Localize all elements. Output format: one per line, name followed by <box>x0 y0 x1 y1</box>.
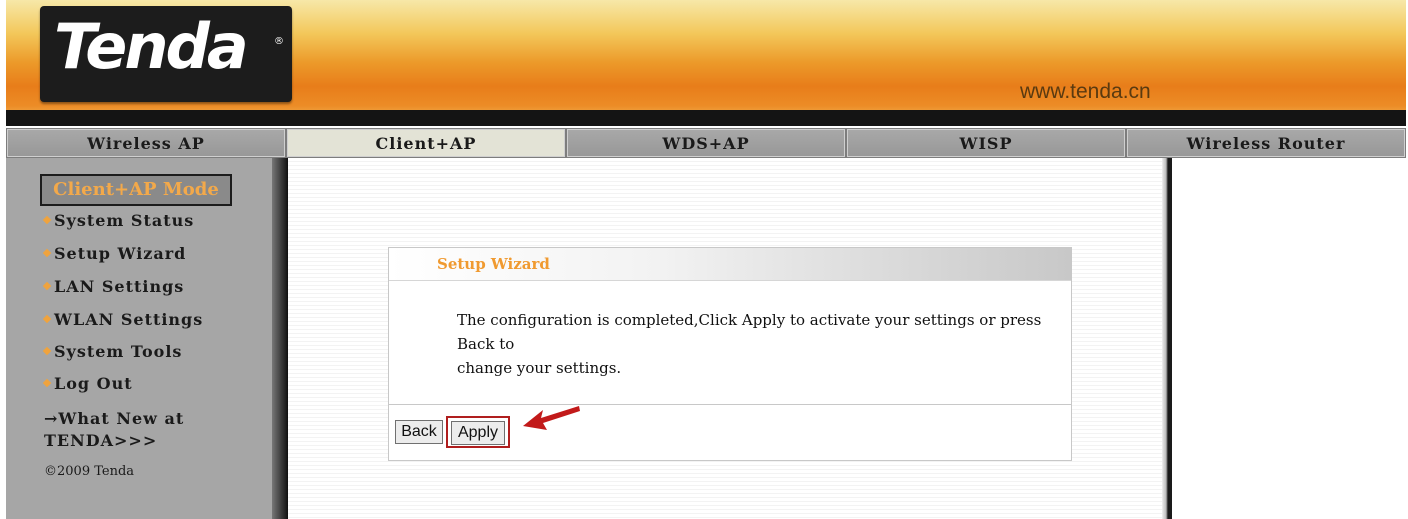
sidebar-item-setup-wizard[interactable]: Setup Wizard <box>42 241 187 265</box>
logo-text: Tenda <box>54 10 249 83</box>
red-pointer-arrow-icon <box>523 406 580 430</box>
sidebar: Client+AP Mode System Status Setup Wizar… <box>6 158 272 519</box>
wizard-message-line1: The configuration is completed,Click App… <box>457 311 1042 353</box>
sidebar-edge <box>272 158 288 519</box>
mode-tabs: Wireless AP Client+AP WDS+AP WISP Wirele… <box>6 128 1406 158</box>
back-button[interactable]: Back <box>395 420 443 444</box>
sidebar-item-log-out[interactable]: Log Out <box>42 371 133 395</box>
copyright: ©2009 Tenda <box>44 464 135 479</box>
whats-new-line1: →What New at <box>44 409 185 428</box>
setup-wizard-panel: Setup Wizard The configuration is comple… <box>388 247 1072 461</box>
tab-wireless-ap[interactable]: Wireless AP <box>7 129 285 157</box>
main-content: Setup Wizard The configuration is comple… <box>288 158 1162 519</box>
header-banner: Tenda ® www.tenda.cn <box>6 0 1406 120</box>
tab-label: Wireless Router <box>1186 133 1346 153</box>
tab-wds-ap[interactable]: WDS+AP <box>567 129 845 157</box>
wizard-separator <box>389 404 1071 405</box>
wizard-title: Setup Wizard <box>437 255 550 273</box>
sidebar-item-lan-settings[interactable]: LAN Settings <box>42 274 185 298</box>
sidebar-item-label: Setup Wizard <box>54 243 187 263</box>
right-pane <box>1172 158 1406 519</box>
whats-new-line2: TENDA>>> <box>44 431 158 450</box>
bullet-icon <box>42 215 52 225</box>
sidebar-item-label: System Status <box>54 210 195 230</box>
tab-label: Client+AP <box>375 133 477 153</box>
wizard-header: Setup Wizard <box>389 248 1071 281</box>
sidebar-item-wlan-settings[interactable]: WLAN Settings <box>42 307 204 331</box>
sidebar-item-system-status[interactable]: System Status <box>42 208 195 232</box>
bullet-icon <box>42 281 52 291</box>
content-divider <box>1162 158 1172 519</box>
bullet-icon <box>42 248 52 258</box>
apply-button[interactable]: Apply <box>451 421 505 445</box>
whats-new-link[interactable]: →What New at TENDA>>> <box>44 408 244 452</box>
tab-label: Wireless AP <box>87 133 205 153</box>
tab-client-ap[interactable]: Client+AP <box>287 129 565 157</box>
bullet-icon <box>42 378 52 388</box>
bullet-icon <box>42 314 52 324</box>
sidebar-item-label: LAN Settings <box>54 276 185 296</box>
tab-label: WISP <box>959 133 1013 153</box>
site-url: www.tenda.cn <box>1020 80 1151 103</box>
sidebar-item-label: Log Out <box>54 373 133 393</box>
tenda-logo: Tenda ® <box>40 6 292 102</box>
tab-wireless-router[interactable]: Wireless Router <box>1127 129 1405 157</box>
sidebar-item-label: WLAN Settings <box>54 309 204 329</box>
sidebar-item-system-tools[interactable]: System Tools <box>42 339 183 363</box>
wizard-message-line2: change your settings. <box>457 359 622 377</box>
sidebar-item-label: System Tools <box>54 341 183 361</box>
mode-title: Client+AP Mode <box>40 174 232 206</box>
wizard-message: The configuration is completed,Click App… <box>457 308 1047 380</box>
header-divider <box>6 110 1406 126</box>
bullet-icon <box>42 346 52 356</box>
tab-label: WDS+AP <box>662 133 750 153</box>
logo-registered-mark: ® <box>274 36 284 47</box>
tab-wisp[interactable]: WISP <box>847 129 1125 157</box>
